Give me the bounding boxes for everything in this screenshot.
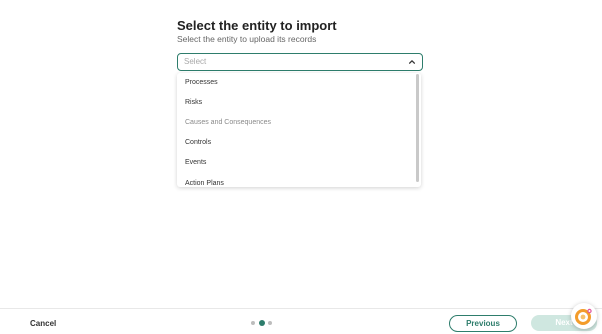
- assistant-button[interactable]: [571, 303, 597, 329]
- dropdown-option-causes-consequences: Causes and Consequences: [185, 119, 272, 126]
- cancel-button[interactable]: Cancel: [30, 319, 56, 328]
- step-dot: [251, 321, 255, 325]
- previous-button[interactable]: Previous: [449, 315, 517, 332]
- entity-dropdown: Processes Risks Causes and Consequences …: [177, 73, 421, 187]
- step-dot: [268, 321, 272, 325]
- chat-assistant-icon: [575, 308, 592, 325]
- footer-divider: [0, 308, 602, 309]
- dropdown-scrollbar[interactable]: [416, 74, 419, 182]
- dropdown-option-processes[interactable]: Processes: [185, 79, 218, 86]
- entity-select[interactable]: Select: [177, 53, 423, 71]
- step-dot-active: [259, 320, 265, 326]
- chevron-up-icon[interactable]: [408, 58, 416, 66]
- dropdown-option-risks[interactable]: Risks: [185, 99, 202, 106]
- page-subtitle: Select the entity to upload its records: [177, 34, 317, 44]
- step-indicator: [251, 320, 273, 326]
- select-placeholder: Select: [184, 57, 207, 66]
- dropdown-option-events[interactable]: Events: [185, 159, 206, 166]
- dropdown-option-action-plans[interactable]: Action Plans: [185, 180, 224, 187]
- dropdown-option-controls[interactable]: Controls: [185, 139, 211, 146]
- page-title: Select the entity to import: [177, 18, 337, 33]
